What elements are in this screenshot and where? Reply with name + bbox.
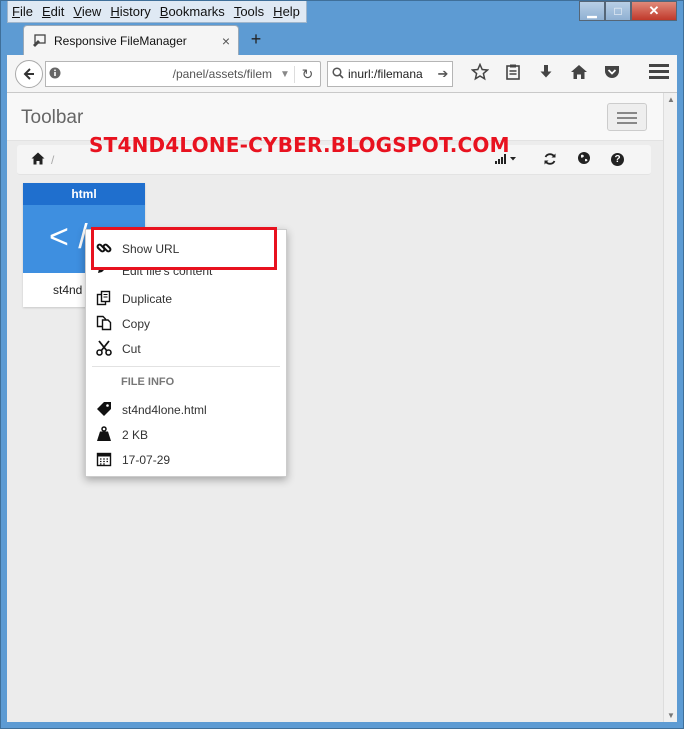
refresh-icon[interactable] bbox=[543, 152, 557, 169]
info-label: 2 KB bbox=[122, 428, 149, 442]
info-icon[interactable] bbox=[46, 67, 64, 82]
close-button[interactable]: ✕ bbox=[631, 1, 677, 21]
menu-divider bbox=[92, 366, 280, 367]
breadcrumb-home-icon[interactable] bbox=[31, 152, 45, 168]
browser-window: File Edit View History Bookmarks Tools H… bbox=[0, 0, 684, 729]
menu-file[interactable]: File bbox=[12, 4, 33, 19]
menu-bookmarks[interactable]: Bookmarks bbox=[160, 4, 225, 19]
window-controls: ▁ □ ✕ bbox=[579, 1, 677, 21]
back-arrow-icon bbox=[23, 68, 34, 80]
search-input[interactable] bbox=[348, 67, 434, 81]
minimize-button[interactable]: ▁ bbox=[579, 1, 605, 21]
pocket-icon[interactable] bbox=[595, 63, 628, 88]
vertical-scrollbar[interactable]: ▲ ▼ bbox=[663, 93, 677, 722]
menu-item-copy[interactable]: Copy bbox=[86, 313, 286, 335]
url-bar[interactable]: /panel/assets/filem ▼ ↻ bbox=[45, 61, 321, 87]
breadcrumb-separator: / bbox=[51, 153, 55, 167]
copy-icon bbox=[95, 315, 113, 334]
menu-item-duplicate[interactable]: Duplicate bbox=[86, 288, 286, 310]
download-icon[interactable] bbox=[529, 63, 562, 88]
menu-item-cut[interactable]: Cut bbox=[86, 338, 286, 360]
menu-view[interactable]: View bbox=[73, 4, 101, 19]
menu-item-label: Copy bbox=[122, 317, 151, 331]
url-text[interactable]: /panel/assets/filem bbox=[64, 67, 276, 81]
reading-list-icon[interactable] bbox=[496, 63, 529, 88]
menu-bar: File Edit View History Bookmarks Tools H… bbox=[7, 1, 307, 23]
menu-tools[interactable]: Tools bbox=[234, 4, 264, 19]
info-file-name: st4nd4lone.html bbox=[86, 399, 286, 421]
watermark-text: ST4ND4LONE-CYBER.BLOGSPOT.COM bbox=[89, 133, 510, 157]
new-tab-button[interactable]: + bbox=[245, 29, 267, 51]
info-file-size: 2 KB bbox=[86, 424, 286, 446]
menu-item-label: Duplicate bbox=[122, 292, 173, 306]
scissors-icon bbox=[95, 339, 113, 359]
tab-strip: Responsive FileManager × + bbox=[7, 25, 677, 55]
file-info-header: FILE INFO bbox=[121, 376, 175, 388]
menu-edit[interactable]: Edit bbox=[42, 4, 64, 19]
toolbar-title: Toolbar bbox=[21, 107, 84, 128]
help-icon[interactable]: ? bbox=[611, 153, 624, 166]
search-icon bbox=[328, 66, 348, 82]
back-button[interactable] bbox=[15, 60, 43, 88]
tab-responsive-filemanager[interactable]: Responsive FileManager × bbox=[23, 25, 239, 55]
scroll-up-icon[interactable]: ▲ bbox=[667, 95, 675, 104]
search-bar[interactable]: ➔ bbox=[327, 61, 453, 87]
calendar-icon bbox=[95, 451, 113, 470]
duplicate-icon bbox=[95, 290, 113, 309]
home-icon[interactable] bbox=[562, 63, 595, 88]
star-icon[interactable] bbox=[463, 62, 496, 88]
favicon-icon bbox=[32, 33, 48, 49]
url-dropdown-icon[interactable]: ▼ bbox=[276, 69, 294, 80]
scroll-down-icon[interactable]: ▼ bbox=[667, 711, 675, 720]
info-file-date: 17-07-29 bbox=[86, 449, 286, 471]
tab-close-icon[interactable]: × bbox=[222, 33, 230, 49]
language-globe-icon[interactable] bbox=[577, 151, 591, 168]
menu-item-label: Cut bbox=[122, 342, 141, 356]
weight-icon bbox=[95, 425, 113, 445]
info-label: 17-07-29 bbox=[122, 453, 171, 467]
maximize-button[interactable]: □ bbox=[605, 1, 631, 21]
nav-icons bbox=[463, 62, 628, 88]
search-go-icon[interactable]: ➔ bbox=[434, 66, 452, 82]
tab-title: Responsive FileManager bbox=[54, 33, 187, 48]
tag-icon bbox=[95, 401, 113, 420]
navbar-toggle-button[interactable] bbox=[607, 103, 647, 131]
reload-icon[interactable]: ↻ bbox=[294, 65, 320, 83]
menu-help[interactable]: Help bbox=[273, 4, 300, 19]
page-viewport: Toolbar / ? html < / st4nd ST4ND4LONE-CY… bbox=[7, 93, 663, 722]
info-label: st4nd4lone.html bbox=[122, 403, 207, 417]
highlight-box bbox=[91, 227, 277, 270]
navigation-bar: /panel/assets/filem ▼ ↻ ➔ bbox=[7, 55, 677, 93]
file-type-label: html bbox=[23, 183, 145, 205]
menu-history[interactable]: History bbox=[110, 4, 150, 19]
menu-icon[interactable] bbox=[649, 64, 669, 82]
